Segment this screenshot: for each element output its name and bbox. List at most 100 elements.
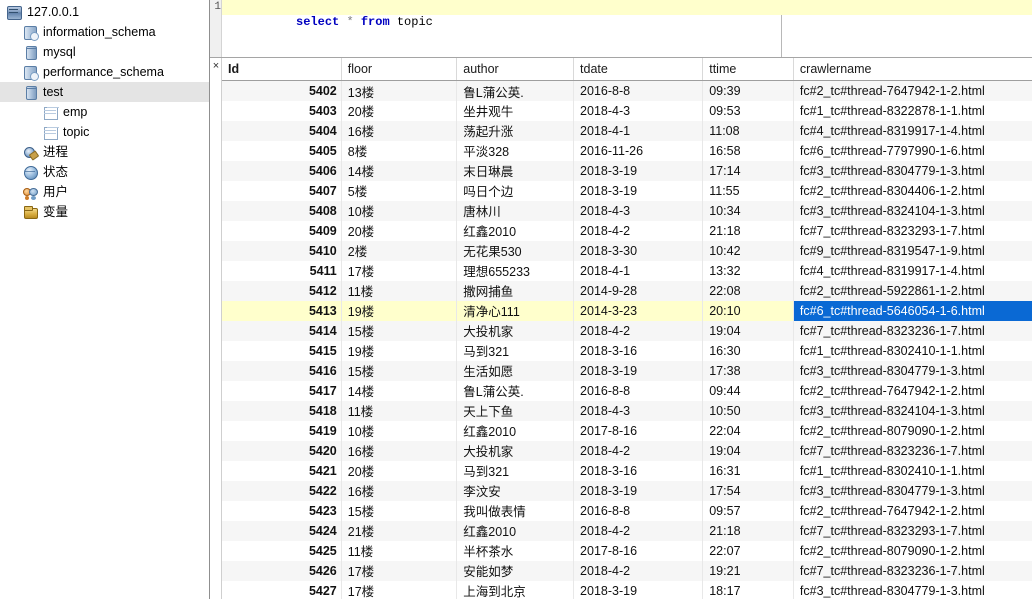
cell-ttime[interactable]: 10:50 bbox=[702, 400, 794, 421]
cell-tdate[interactable]: 2018-3-16 bbox=[573, 340, 704, 361]
cell-author[interactable]: 大投机家 bbox=[456, 320, 575, 341]
cell-id[interactable]: 5426 bbox=[222, 560, 342, 581]
cell-crawlername[interactable]: fc#3_tc#thread-8304779-1-3.html bbox=[793, 480, 1032, 501]
cell-author[interactable]: 平淡328 bbox=[456, 140, 575, 161]
table-row[interactable]: 5415 19楼 马到321 2018-3-16 16:30 fc#1_tc#thread… bbox=[222, 340, 1032, 361]
column-header-floor[interactable]: floor bbox=[341, 57, 458, 82]
cell-crawlername[interactable]: fc#3_tc#thread-8324104-1-3.html bbox=[793, 400, 1032, 421]
cell-tdate[interactable]: 2018-4-2 bbox=[573, 320, 704, 341]
cell-floor[interactable]: 20楼 bbox=[341, 100, 458, 121]
cell-crawlername[interactable]: fc#2_tc#thread-7647942-1-2.html bbox=[793, 80, 1032, 101]
cell-floor[interactable]: 19楼 bbox=[341, 340, 458, 361]
sql-line-1[interactable]: 1 select * from topic bbox=[214, 0, 1032, 29]
cell-crawlername[interactable]: fc#1_tc#thread-8322878-1-1.html bbox=[793, 100, 1032, 121]
cell-floor[interactable]: 11楼 bbox=[341, 540, 458, 561]
table-row[interactable]: 5412 11楼 撒网捕鱼 2014-9-28 22:08 fc#2_tc#thread-… bbox=[222, 280, 1032, 301]
table-row[interactable]: 5421 20楼 马到321 2018-3-16 16:31 fc#1_tc#thread… bbox=[222, 460, 1032, 481]
cell-crawlername[interactable]: fc#3_tc#thread-8304779-1-3.html bbox=[793, 580, 1032, 599]
cell-floor[interactable]: 17楼 bbox=[341, 260, 458, 281]
cell-tdate[interactable]: 2018-3-16 bbox=[573, 460, 704, 481]
cell-crawlername[interactable]: fc#2_tc#thread-7647942-1-2.html bbox=[793, 500, 1032, 521]
cell-tdate[interactable]: 2016-8-8 bbox=[573, 500, 704, 521]
cell-author[interactable]: 荡起升涨 bbox=[456, 120, 575, 141]
cell-id[interactable]: 5407 bbox=[222, 180, 342, 201]
cell-author[interactable]: 撒网捕鱼 bbox=[456, 280, 575, 301]
cell-crawlername[interactable]: fc#4_tc#thread-8319917-1-4.html bbox=[793, 260, 1032, 281]
tree-item-mysql[interactable]: mysql bbox=[0, 42, 209, 62]
cell-ttime[interactable]: 09:39 bbox=[702, 80, 794, 101]
cell-crawlername[interactable]: fc#3_tc#thread-8324104-1-3.html bbox=[793, 200, 1032, 221]
cell-author[interactable]: 鲁L蒲公英. bbox=[456, 380, 575, 401]
cell-ttime[interactable]: 13:32 bbox=[702, 260, 794, 281]
cell-author[interactable]: 马到321 bbox=[456, 340, 575, 361]
cell-crawlername[interactable]: fc#9_tc#thread-8319547-1-9.html bbox=[793, 240, 1032, 261]
cell-ttime[interactable]: 20:10 bbox=[702, 300, 794, 321]
cell-id[interactable]: 5414 bbox=[222, 320, 342, 341]
cell-floor[interactable]: 14楼 bbox=[341, 380, 458, 401]
cell-ttime[interactable]: 17:54 bbox=[702, 480, 794, 501]
cell-tdate[interactable]: 2018-4-3 bbox=[573, 400, 704, 421]
table-row[interactable]: 5425 11楼 半杯茶水 2017-8-16 22:07 fc#2_tc#thread-… bbox=[222, 540, 1032, 561]
cell-author[interactable]: 唐林川 bbox=[456, 200, 575, 221]
cell-id[interactable]: 5403 bbox=[222, 100, 342, 121]
cell-id[interactable]: 5420 bbox=[222, 440, 342, 461]
cell-crawlername[interactable]: fc#2_tc#thread-8304406-1-2.html bbox=[793, 180, 1032, 201]
cell-id[interactable]: 5425 bbox=[222, 540, 342, 561]
cell-id[interactable]: 5412 bbox=[222, 280, 342, 301]
editor-text-area[interactable]: 1 select * from topic bbox=[214, 0, 1032, 57]
cell-tdate[interactable]: 2017-8-16 bbox=[573, 420, 704, 441]
cell-ttime[interactable]: 16:31 bbox=[702, 460, 794, 481]
cell-author[interactable]: 理想655233 bbox=[456, 260, 575, 281]
cell-tdate[interactable]: 2018-3-19 bbox=[573, 180, 704, 201]
cell-ttime[interactable]: 22:07 bbox=[702, 540, 794, 561]
cell-floor[interactable]: 19楼 bbox=[341, 300, 458, 321]
sql-editor[interactable]: 1 select * from topic bbox=[210, 0, 1032, 58]
cell-id[interactable]: 5416 bbox=[222, 360, 342, 381]
table-row[interactable]: 5410 2楼 无花果530 2018-3-30 10:42 fc#9_tc#thread… bbox=[222, 240, 1032, 261]
cell-ttime[interactable]: 16:58 bbox=[702, 140, 794, 161]
column-header-author[interactable]: author bbox=[456, 57, 575, 82]
cell-id[interactable]: 5418 bbox=[222, 400, 342, 421]
cell-ttime[interactable]: 11:55 bbox=[702, 180, 794, 201]
cell-floor[interactable]: 20楼 bbox=[341, 220, 458, 241]
table-row[interactable]: 5405 8楼 平淡328 2016-11-26 16:58 fc#6_tc#thread… bbox=[222, 140, 1032, 161]
tree-item-进程[interactable]: 进程 bbox=[0, 142, 209, 162]
cell-floor[interactable]: 5楼 bbox=[341, 180, 458, 201]
results-grid-scroll[interactable]: Id floor author tdate ttime crawlername … bbox=[222, 57, 1032, 599]
column-header-id[interactable]: Id bbox=[222, 57, 342, 82]
cell-id[interactable]: 5424 bbox=[222, 520, 342, 541]
cell-author[interactable]: 大投机家 bbox=[456, 440, 575, 461]
cell-author[interactable]: 生活如愿 bbox=[456, 360, 575, 381]
cell-ttime[interactable]: 16:30 bbox=[702, 340, 794, 361]
cell-id[interactable]: 5404 bbox=[222, 120, 342, 141]
cell-id[interactable]: 5405 bbox=[222, 140, 342, 161]
cell-crawlername[interactable]: fc#7_tc#thread-8323236-1-7.html bbox=[793, 440, 1032, 461]
cell-tdate[interactable]: 2016-8-8 bbox=[573, 380, 704, 401]
cell-floor[interactable]: 16楼 bbox=[341, 480, 458, 501]
cell-author[interactable]: 鲁L蒲公英. bbox=[456, 80, 575, 101]
cell-crawlername[interactable]: fc#2_tc#thread-7647942-1-2.html bbox=[793, 380, 1032, 401]
cell-floor[interactable]: 13楼 bbox=[341, 80, 458, 101]
cell-tdate[interactable]: 2018-4-3 bbox=[573, 100, 704, 121]
cell-author[interactable]: 红鑫2010 bbox=[456, 420, 575, 441]
cell-crawlername[interactable]: fc#7_tc#thread-8323236-1-7.html bbox=[793, 560, 1032, 581]
cell-tdate[interactable]: 2016-8-8 bbox=[573, 80, 704, 101]
cell-author[interactable]: 安能如梦 bbox=[456, 560, 575, 581]
cell-id[interactable]: 5419 bbox=[222, 420, 342, 441]
cell-floor[interactable]: 15楼 bbox=[341, 500, 458, 521]
cell-author[interactable]: 我叫做表情 bbox=[456, 500, 575, 521]
cell-floor[interactable]: 14楼 bbox=[341, 160, 458, 181]
tree-item-127.0.0.1[interactable]: 127.0.0.1 bbox=[0, 2, 209, 22]
tree-item-topic[interactable]: topic bbox=[0, 122, 209, 142]
table-row[interactable]: 5426 17楼 安能如梦 2018-4-2 19:21 fc#7_tc#thread-8… bbox=[222, 560, 1032, 581]
cell-ttime[interactable]: 10:34 bbox=[702, 200, 794, 221]
cell-tdate[interactable]: 2018-4-3 bbox=[573, 200, 704, 221]
cell-id[interactable]: 5423 bbox=[222, 500, 342, 521]
tree-item-test[interactable]: test bbox=[0, 82, 209, 102]
cell-floor[interactable]: 16楼 bbox=[341, 440, 458, 461]
cell-crawlername[interactable]: fc#2_tc#thread-5922861-1-2.html bbox=[793, 280, 1032, 301]
cell-id[interactable]: 5409 bbox=[222, 220, 342, 241]
cell-floor[interactable]: 10楼 bbox=[341, 200, 458, 221]
cell-id[interactable]: 5422 bbox=[222, 480, 342, 501]
cell-crawlername[interactable]: fc#6_tc#thread-5646054-1-6.html bbox=[793, 300, 1032, 321]
